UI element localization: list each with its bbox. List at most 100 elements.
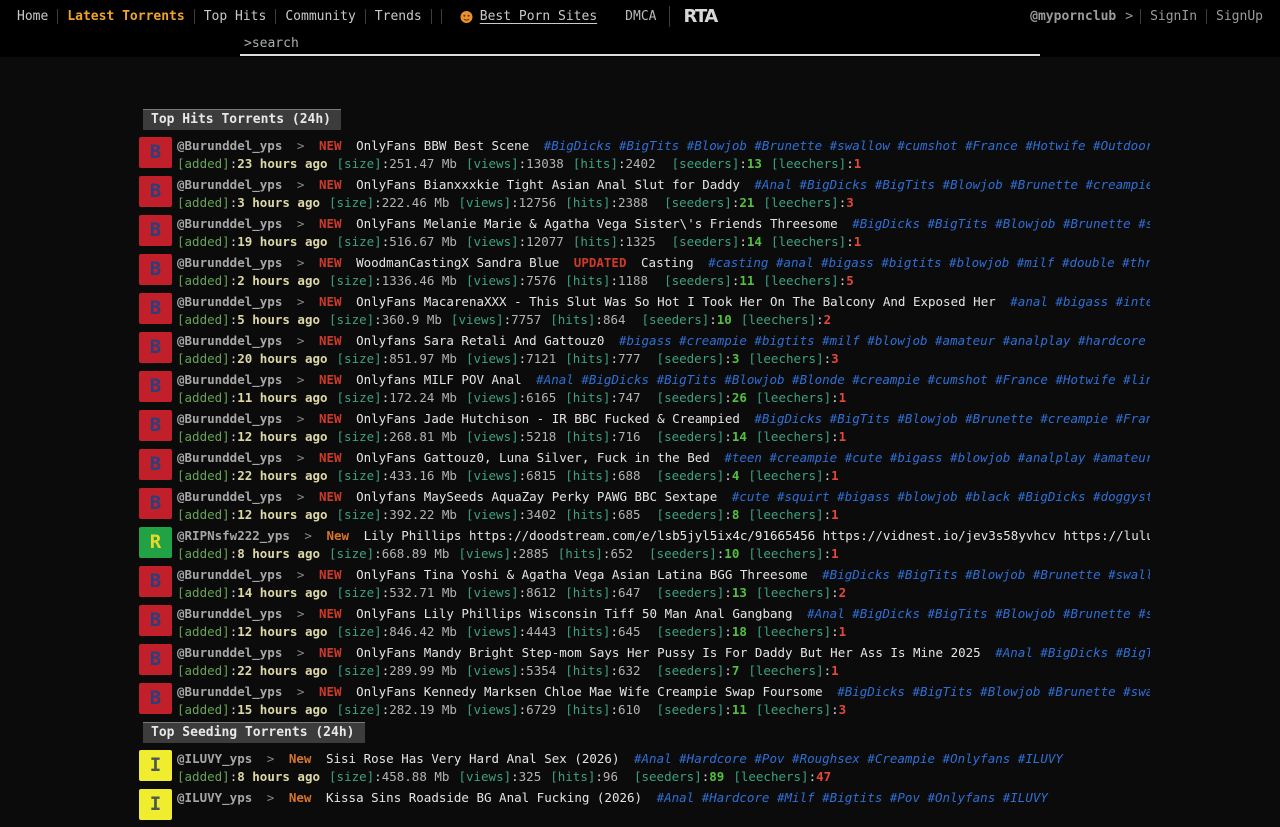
- torrent-title-link[interactable]: OnlyFans Mandy Bright Step-mom Says Her …: [356, 645, 981, 660]
- torrent-title-link[interactable]: OnlyFans MacarenaXXX - This Slut Was So …: [356, 294, 996, 309]
- uploader-link[interactable]: @Burunddel_yps: [177, 489, 282, 504]
- uploader-avatar[interactable]: B: [139, 488, 172, 519]
- torrent-title-link[interactable]: Onlyfans MILF POV Anal: [356, 372, 522, 387]
- hits-value: 647: [618, 585, 641, 600]
- uploader-link[interactable]: @ILUVY_yps: [177, 790, 252, 805]
- size-value: 1336.46 Mb: [382, 273, 457, 288]
- uploader-link[interactable]: @Burunddel_yps: [177, 255, 282, 270]
- colon: :: [374, 546, 382, 561]
- nav-item-community[interactable]: Community: [276, 9, 365, 24]
- uploader-avatar[interactable]: B: [139, 137, 172, 168]
- hits-label: [hits]: [558, 546, 603, 561]
- torrent-row: B @Burunddel_yps > NEW OnlyFans BBW Best…: [139, 136, 1150, 175]
- tag-links[interactable]: #BigDicks #BigTits #Blowjob #Brunette #s…: [822, 567, 1150, 582]
- uploader-avatar[interactable]: B: [139, 410, 172, 441]
- uploader-avatar[interactable]: B: [139, 293, 172, 324]
- tag-links[interactable]: #casting #anal #bigass #bigtits #blowjob…: [708, 255, 1150, 270]
- torrent-stats: [added]:22 hours ago[size]:433.16 Mb[vie…: [177, 467, 1150, 484]
- uploader-avatar[interactable]: B: [139, 683, 172, 714]
- colon: :: [595, 769, 603, 784]
- torrent-title-link[interactable]: OnlyFans Jade Hutchison - IR BBC Fucked …: [356, 411, 740, 426]
- torrent-title-link[interactable]: OnlyFans Tina Yoshi & Agatha Vega Asian …: [356, 567, 808, 582]
- tag-links[interactable]: #cute #squirt #bigass #blowjob #black #B…: [732, 489, 1150, 504]
- tag-links[interactable]: #Anal #Hardcore #Pov #Roughsex #Creampie…: [634, 751, 1063, 766]
- search-input[interactable]: [240, 34, 1040, 56]
- uploader-avatar[interactable]: I: [139, 750, 172, 781]
- size-label: [size]: [337, 702, 382, 717]
- uploader-avatar[interactable]: B: [139, 254, 172, 285]
- nav-item-trends[interactable]: Trends: [366, 9, 432, 24]
- uploader-avatar[interactable]: B: [139, 215, 172, 246]
- uploader-link[interactable]: @Burunddel_yps: [177, 216, 282, 231]
- signup-link[interactable]: SignUp: [1206, 9, 1272, 24]
- uploader-avatar[interactable]: B: [139, 371, 172, 402]
- uploader-link[interactable]: @ILUVY_yps: [177, 751, 252, 766]
- tag-links[interactable]: #Anal #BigDicks #BigTits …: [995, 645, 1150, 660]
- dmca-link[interactable]: DMCA: [625, 9, 656, 24]
- new-badge: NEW: [319, 450, 342, 465]
- uploader-link[interactable]: @Burunddel_yps: [177, 333, 282, 348]
- tag-links[interactable]: #BigDicks #BigTits #Blowjob #Brunette #s…: [852, 216, 1150, 231]
- nav-item-top-hits[interactable]: Top Hits: [195, 9, 277, 24]
- tag-links[interactable]: #BigDicks #BigTits #Blowjob #Brunette #c…: [754, 411, 1150, 426]
- torrent-title-link[interactable]: OnlyFans Bianxxxkie Tight Asian Anal Slu…: [356, 177, 740, 192]
- uploader-link[interactable]: @Burunddel_yps: [177, 294, 282, 309]
- uploader-link[interactable]: @Burunddel_yps: [177, 138, 282, 153]
- nav-item-home[interactable]: Home: [8, 9, 58, 24]
- tag-links[interactable]: #Anal #BigDicks #BigTits #Blowjob #Brune…: [807, 606, 1150, 621]
- tag-links[interactable]: #BigDicks #BigTits #Blowjob #Brunette #s…: [544, 138, 1150, 153]
- added-label: [added]: [177, 234, 230, 249]
- tag-links[interactable]: #Anal #BigDicks #BigTits #Blowjob #Brune…: [754, 177, 1150, 192]
- uploader-avatar[interactable]: I: [139, 789, 172, 820]
- uploader-link[interactable]: @Burunddel_yps: [177, 177, 282, 192]
- signin-link[interactable]: SignIn: [1140, 9, 1206, 24]
- new-badge: NEW: [319, 255, 342, 270]
- uploader-link[interactable]: @Burunddel_yps: [177, 684, 282, 699]
- uploader-avatar[interactable]: B: [139, 176, 172, 207]
- torrent-title-link[interactable]: Lily Phillips https://doodstream.com/e/l…: [364, 528, 1150, 543]
- uploader-link[interactable]: @RIPNsfw222_yps: [177, 528, 290, 543]
- uploader-avatar[interactable]: B: [139, 449, 172, 480]
- account-menu[interactable]: @mypornclub: [1030, 9, 1116, 24]
- best-sites-link[interactable]: Best Porn Sites: [459, 9, 597, 24]
- uploader-avatar[interactable]: B: [139, 566, 172, 597]
- torrent-title-link[interactable]: Sisi Rose Has Very Hard Anal Sex (2026): [326, 751, 620, 766]
- tag-links[interactable]: #teen #creampie #cute #bigass #blowjob #…: [724, 450, 1150, 465]
- seeders-label: [seeders]: [657, 663, 725, 678]
- tag-links[interactable]: #Anal #BigDicks #BigTits #Blowjob #Blond…: [536, 372, 1150, 387]
- torrent-title-link[interactable]: OnlyFans Lily Phillips Wisconsin Tiff 50…: [356, 606, 793, 621]
- tag-links[interactable]: #Anal #Hardcore #Milf #Bigtits #Pov #Onl…: [657, 790, 1048, 805]
- torrent-title-link[interactable]: Onlyfans MaySeeds AquaZay Perky PAWG BBC…: [356, 489, 717, 504]
- torrent-title-link[interactable]: OnlyFans Kennedy Marksen Chloe Mae Wife …: [356, 684, 823, 699]
- uploader-avatar[interactable]: B: [139, 605, 172, 636]
- leechers-value: 1: [839, 624, 847, 639]
- added-label: [added]: [177, 351, 230, 366]
- added-label: [added]: [177, 663, 230, 678]
- chevron-right-icon: >: [267, 751, 275, 766]
- torrent-title-link[interactable]: OnlyFans Gattouz0, Luna Silver, Fuck in …: [356, 450, 710, 465]
- uploader-link[interactable]: @Burunddel_yps: [177, 450, 282, 465]
- torrent-title-link[interactable]: OnlyFans Melanie Marie & Agatha Vega Sis…: [356, 216, 838, 231]
- uploader-link[interactable]: @Burunddel_yps: [177, 372, 282, 387]
- leechers-value: 47: [816, 769, 831, 784]
- torrent-title-link[interactable]: Casting: [641, 255, 694, 270]
- uploader-link[interactable]: @Burunddel_yps: [177, 645, 282, 660]
- torrent-title-link[interactable]: OnlyFans BBW Best Scene: [356, 138, 529, 153]
- tag-links[interactable]: #bigass #creampie #bigtits #milf #blowjo…: [619, 333, 1146, 348]
- torrent-title-link[interactable]: Onlyfans Sara Retali And Gattouz0: [356, 333, 604, 348]
- uploader-avatar[interactable]: R: [139, 527, 172, 558]
- uploader-avatar[interactable]: B: [139, 644, 172, 675]
- avatar-letter: B: [150, 221, 161, 240]
- colon: :: [739, 234, 747, 249]
- torrent-title-link[interactable]: WoodmanCastingX Sandra Blue: [356, 255, 559, 270]
- leechers-label: [leechers]: [771, 234, 846, 249]
- uploader-link[interactable]: @Burunddel_yps: [177, 411, 282, 426]
- uploader-avatar[interactable]: B: [139, 332, 172, 363]
- uploader-link[interactable]: @Burunddel_yps: [177, 567, 282, 582]
- size-label: [size]: [337, 585, 382, 600]
- uploader-link[interactable]: @Burunddel_yps: [177, 606, 282, 621]
- tag-links[interactable]: #anal #bigass #interrac…: [1010, 294, 1150, 309]
- torrent-title-link[interactable]: Kissa Sins Roadside BG Anal Fucking (202…: [326, 790, 642, 805]
- nav-item-latest-torrents[interactable]: Latest Torrents: [58, 9, 194, 24]
- tag-links[interactable]: #BigDicks #BigTits #Blowjob #Brunette #s…: [837, 684, 1150, 699]
